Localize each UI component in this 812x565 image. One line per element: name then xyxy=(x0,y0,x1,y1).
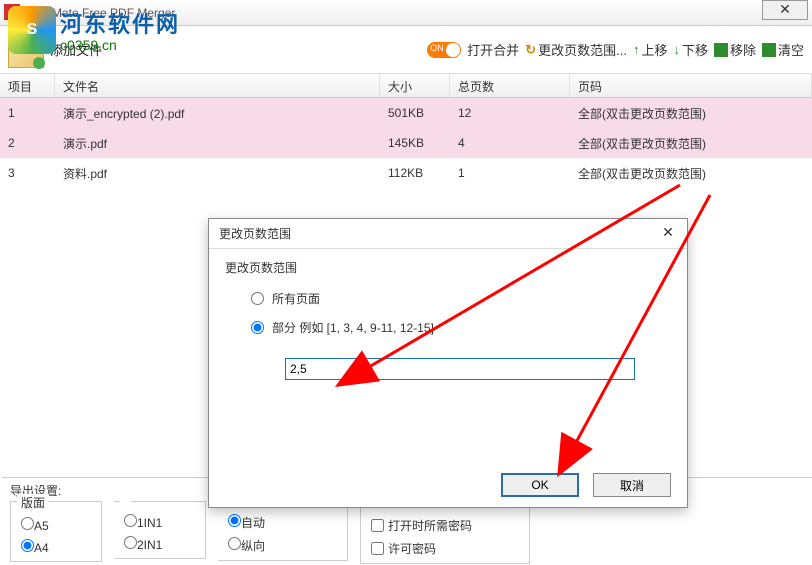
ok-button[interactable]: OK xyxy=(501,473,579,497)
th-filename[interactable]: 文件名 xyxy=(55,74,380,97)
add-file-icon[interactable] xyxy=(8,32,44,68)
radio-1in1[interactable]: 1IN1 xyxy=(124,514,195,530)
security-group: 安全 打开时所需密码 许可密码 xyxy=(360,501,530,564)
move-up-button[interactable]: ↑ 上移 xyxy=(633,40,668,59)
window-title: PDFMate Free PDF Merger xyxy=(28,6,175,20)
table-row[interactable]: 3 资料.pdf 112KB 1 全部(双击更改页数范围) xyxy=(0,158,812,188)
cancel-button[interactable]: 取消 xyxy=(593,473,671,497)
close-window-button[interactable]: ✕ xyxy=(762,0,808,20)
th-range[interactable]: 页码 xyxy=(570,74,812,97)
check-open-password[interactable]: 打开时所需密码 xyxy=(371,517,519,534)
window-titlebar: PDFMate Free PDF Merger ✕ xyxy=(0,0,812,26)
recycle-icon xyxy=(714,43,728,57)
radio-a4[interactable]: A4 xyxy=(21,539,91,555)
dialog-title: 更改页数范围 xyxy=(209,219,687,249)
refresh-icon: ↻ xyxy=(525,42,536,58)
layout-group-label: 版面 xyxy=(17,494,49,511)
clear-button[interactable]: 清空 xyxy=(762,40,804,59)
table-row[interactable]: 2 演示.pdf 145KB 4 全部(双击更改页数范围) xyxy=(0,128,812,158)
radio-all-pages[interactable]: 所有页面 xyxy=(251,290,671,307)
radio-partial-pages[interactable]: 部分 例如 [1, 3, 4, 9-11, 12-15] xyxy=(251,319,671,336)
open-merge-toggle[interactable] xyxy=(427,42,461,58)
dialog-section-label: 更改页数范围 xyxy=(225,259,671,276)
check-permission-password[interactable]: 许可密码 xyxy=(371,540,519,557)
open-merge-label[interactable]: 打开合并 xyxy=(467,40,519,59)
table-row[interactable]: 1 演示_encrypted (2).pdf 501KB 12 全部(双击更改页… xyxy=(0,98,812,128)
close-icon[interactable]: ✕ xyxy=(655,224,681,244)
remove-button[interactable]: 移除 xyxy=(714,40,756,59)
file-table-header: 项目 文件名 大小 总页数 页码 xyxy=(0,74,812,98)
radio-partial-input[interactable] xyxy=(251,321,264,334)
radio-auto[interactable]: 自动 xyxy=(228,514,337,531)
change-range-button[interactable]: ↻ 更改页数范围... xyxy=(525,40,627,59)
change-range-dialog: 更改页数范围 ✕ 更改页数范围 所有页面 部分 例如 [1, 3, 4, 9-1… xyxy=(208,218,688,508)
arrow-down-icon: ↓ xyxy=(673,42,680,57)
th-pages[interactable]: 总页数 xyxy=(450,74,570,97)
move-down-button[interactable]: ↓ 下移 xyxy=(673,40,708,59)
trash-icon xyxy=(762,43,776,57)
radio-a5[interactable]: A5 xyxy=(21,517,91,533)
nin-group: 1IN1 2IN1 xyxy=(114,501,206,559)
radio-portrait[interactable]: 纵向 xyxy=(228,537,337,554)
app-icon xyxy=(4,4,20,20)
page-range-input[interactable] xyxy=(285,358,635,380)
orientation-group: 自动 纵向 xyxy=(218,501,348,561)
radio-all-input[interactable] xyxy=(251,292,264,305)
radio-2in1[interactable]: 2IN1 xyxy=(124,536,195,552)
main-toolbar: 添加文件 打开合并 ↻ 更改页数范围... ↑ 上移 ↓ 下移 移除 清空 xyxy=(0,26,812,74)
th-index[interactable]: 项目 xyxy=(0,74,55,97)
th-size[interactable]: 大小 xyxy=(380,74,450,97)
file-table-body: 1 演示_encrypted (2).pdf 501KB 12 全部(双击更改页… xyxy=(0,98,812,188)
arrow-up-icon: ↑ xyxy=(633,42,640,57)
paper-size-group: 版面 A5 A4 xyxy=(10,501,102,562)
add-file-button[interactable]: 添加文件 xyxy=(50,40,102,59)
